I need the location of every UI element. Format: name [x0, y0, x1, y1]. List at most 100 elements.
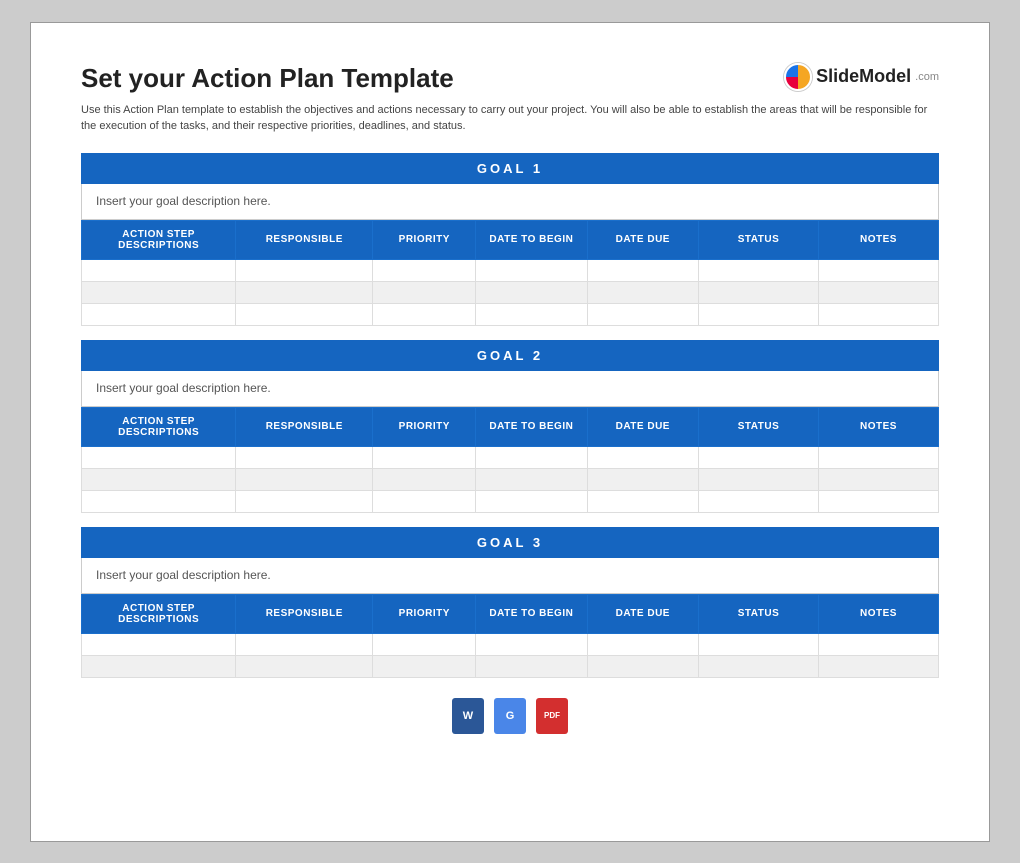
cell[interactable]	[236, 281, 373, 303]
col-header-date-due: DATE DUE	[587, 594, 698, 633]
cell[interactable]	[818, 490, 938, 512]
cell[interactable]	[476, 490, 587, 512]
col-header-status: STATUS	[699, 220, 819, 259]
logo-suffix: .com	[915, 71, 939, 83]
logo-text: SlideModel	[816, 66, 911, 87]
cell[interactable]	[699, 281, 819, 303]
cell[interactable]	[236, 490, 373, 512]
goal-3-section: GOAL 3 Insert your goal description here…	[81, 527, 939, 678]
goal-1-table: ACTION STEP DESCRIPTIONS RESPONSIBLE PRI…	[81, 220, 939, 326]
cell[interactable]	[587, 303, 698, 325]
cell[interactable]	[82, 281, 236, 303]
cell[interactable]	[236, 468, 373, 490]
cell[interactable]	[373, 468, 476, 490]
cell[interactable]	[587, 446, 698, 468]
cell[interactable]	[476, 303, 587, 325]
footer-icons: W G PDF	[81, 698, 939, 734]
table-row	[82, 446, 939, 468]
col-header-status: STATUS	[699, 594, 819, 633]
cell[interactable]	[236, 259, 373, 281]
cell[interactable]	[699, 655, 819, 677]
cell[interactable]	[82, 468, 236, 490]
word-icon[interactable]: W	[452, 698, 484, 734]
cell[interactable]	[476, 468, 587, 490]
col-header-notes: NOTES	[818, 220, 938, 259]
gdoc-icon[interactable]: G	[494, 698, 526, 734]
cell[interactable]	[476, 259, 587, 281]
cell[interactable]	[373, 303, 476, 325]
goal-1-description[interactable]: Insert your goal description here.	[81, 184, 939, 220]
cell[interactable]	[82, 259, 236, 281]
cell[interactable]	[587, 259, 698, 281]
cell[interactable]	[373, 633, 476, 655]
table-row	[82, 633, 939, 655]
cell[interactable]	[373, 655, 476, 677]
logo-icon	[784, 63, 812, 91]
cell[interactable]	[818, 655, 938, 677]
goal-2-section: GOAL 2 Insert your goal description here…	[81, 340, 939, 513]
col-header-notes: NOTES	[818, 594, 938, 633]
table-row	[82, 655, 939, 677]
cell[interactable]	[699, 468, 819, 490]
table-row	[82, 468, 939, 490]
cell[interactable]	[818, 468, 938, 490]
cell[interactable]	[699, 446, 819, 468]
cell[interactable]	[818, 259, 938, 281]
cell[interactable]	[587, 655, 698, 677]
cell[interactable]	[236, 633, 373, 655]
col-header-responsible: RESPONSIBLE	[236, 594, 373, 633]
cell[interactable]	[818, 633, 938, 655]
page: Set your Action Plan Template SlideModel…	[30, 22, 990, 842]
col-header-date-due: DATE DUE	[587, 407, 698, 446]
header: Set your Action Plan Template SlideModel…	[81, 63, 939, 94]
page-title: Set your Action Plan Template	[81, 63, 454, 94]
cell[interactable]	[818, 303, 938, 325]
cell[interactable]	[82, 303, 236, 325]
goal-1-header: GOAL 1	[81, 153, 939, 184]
cell[interactable]	[818, 281, 938, 303]
cell[interactable]	[236, 303, 373, 325]
cell[interactable]	[236, 446, 373, 468]
cell[interactable]	[587, 490, 698, 512]
cell[interactable]	[82, 633, 236, 655]
col-header-responsible: RESPONSIBLE	[236, 407, 373, 446]
cell[interactable]	[476, 281, 587, 303]
table-row	[82, 281, 939, 303]
pdf-icon[interactable]: PDF	[536, 698, 568, 734]
col-header-date-begin: DATE TO BEGIN	[476, 407, 587, 446]
col-header-notes: NOTES	[818, 407, 938, 446]
col-header-action-step: ACTION STEP DESCRIPTIONS	[82, 594, 236, 633]
cell[interactable]	[82, 490, 236, 512]
cell[interactable]	[587, 468, 698, 490]
goal-3-description[interactable]: Insert your goal description here.	[81, 558, 939, 594]
cell[interactable]	[373, 446, 476, 468]
cell[interactable]	[818, 446, 938, 468]
cell[interactable]	[476, 655, 587, 677]
col-header-action-step: ACTION STEP DESCRIPTIONS	[82, 407, 236, 446]
cell[interactable]	[373, 281, 476, 303]
cell[interactable]	[373, 490, 476, 512]
cell[interactable]	[587, 281, 698, 303]
cell[interactable]	[699, 259, 819, 281]
cell[interactable]	[476, 446, 587, 468]
col-header-action-step: ACTION STEP DESCRIPTIONS	[82, 220, 236, 259]
table-row	[82, 259, 939, 281]
col-header-date-begin: DATE TO BEGIN	[476, 220, 587, 259]
cell[interactable]	[82, 655, 236, 677]
cell[interactable]	[699, 303, 819, 325]
cell[interactable]	[699, 633, 819, 655]
cell[interactable]	[476, 633, 587, 655]
col-header-date-due: DATE DUE	[587, 220, 698, 259]
cell[interactable]	[236, 655, 373, 677]
cell[interactable]	[82, 446, 236, 468]
table-row	[82, 303, 939, 325]
cell[interactable]	[699, 490, 819, 512]
col-header-responsible: RESPONSIBLE	[236, 220, 373, 259]
col-header-priority: PRIORITY	[373, 220, 476, 259]
table-row	[82, 490, 939, 512]
goal-2-description[interactable]: Insert your goal description here.	[81, 371, 939, 407]
goal-2-table: ACTION STEP DESCRIPTIONS RESPONSIBLE PRI…	[81, 407, 939, 513]
goal-2-header: GOAL 2	[81, 340, 939, 371]
cell[interactable]	[373, 259, 476, 281]
cell[interactable]	[587, 633, 698, 655]
